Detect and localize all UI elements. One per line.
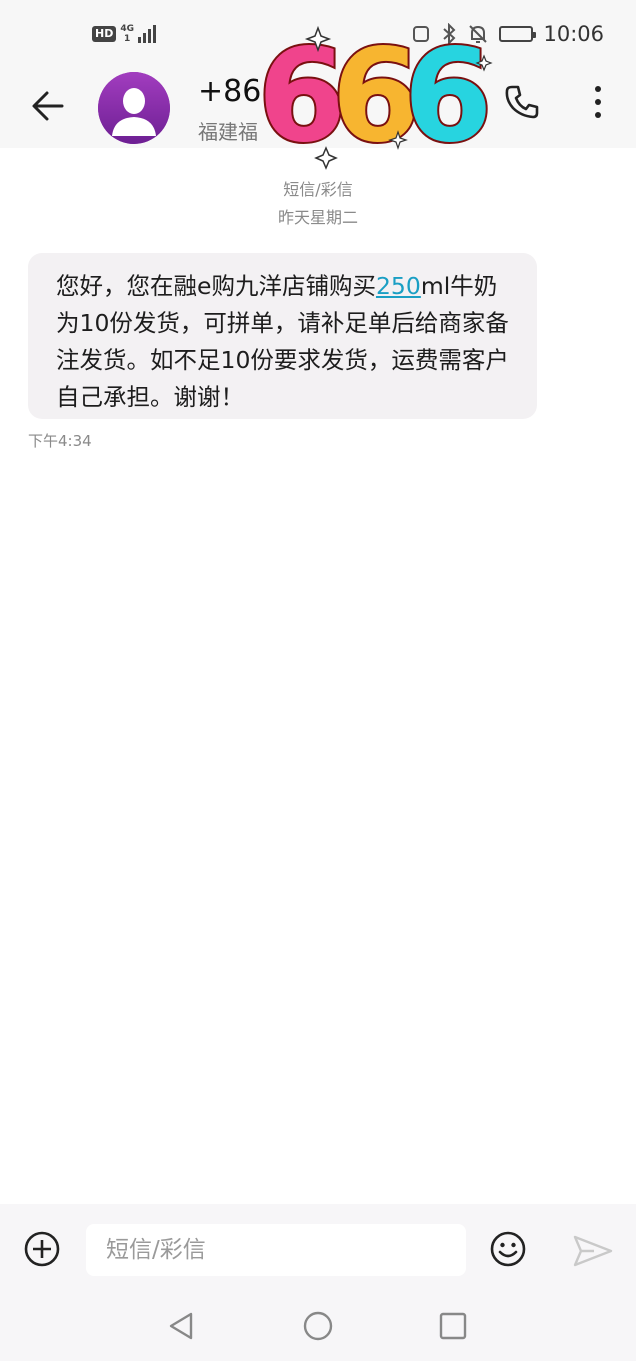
messaging-screen: HD 4G 1 10:06 +86 1 福建福 6 6 6 短信/彩信 昨天星期… <box>0 0 636 1361</box>
call-button[interactable] <box>500 80 544 124</box>
person-icon <box>98 72 170 144</box>
nav-back-icon[interactable] <box>166 1310 198 1342</box>
message-text: 您好，您在融e购九洋店铺购买250ml牛奶为10份发货，可拼单，请补足单后给商家… <box>56 268 517 416</box>
contact-avatar[interactable] <box>98 72 170 144</box>
network-type: 4G <box>120 24 134 34</box>
send-icon[interactable] <box>572 1234 614 1268</box>
contact-name: +86 1 <box>198 74 290 109</box>
dot-icon <box>595 86 601 92</box>
message-time: 下午4:34 <box>28 432 92 450</box>
status-bar-left: HD 4G 1 <box>92 24 156 44</box>
message-link[interactable]: 250 <box>376 272 421 300</box>
dot-icon <box>595 99 601 105</box>
signal-icon <box>138 25 156 43</box>
emoji-icon[interactable] <box>488 1229 528 1269</box>
status-bar: HD 4G 1 10:06 <box>0 0 636 72</box>
message-bubble[interactable]: 您好，您在融e购九洋店铺购买250ml牛奶为10份发货，可拼单，请补足单后给商家… <box>28 253 537 419</box>
message-input[interactable] <box>86 1224 466 1276</box>
network-sim: 1 <box>124 34 131 44</box>
back-button[interactable] <box>26 84 70 128</box>
status-bar-right: 10:06 <box>411 22 604 46</box>
add-circle-icon[interactable] <box>22 1229 62 1269</box>
message-type-label: 短信/彩信 <box>283 180 353 199</box>
message-text-part: 您好，您在融e购九洋店铺购买 <box>56 272 376 300</box>
system-nav-bar <box>0 1296 636 1361</box>
network-indicator: 4G 1 <box>120 24 134 44</box>
hd-badge: HD <box>92 26 117 42</box>
compose-bar <box>0 1204 636 1296</box>
mute-bell-icon <box>469 25 488 43</box>
nav-home-icon[interactable] <box>302 1310 334 1342</box>
nav-recent-icon[interactable] <box>438 1311 468 1341</box>
phone-icon <box>505 85 539 119</box>
more-options-button[interactable] <box>578 80 618 124</box>
arrow-left-icon <box>32 91 64 121</box>
bluetooth-icon <box>443 23 456 45</box>
battery-icon <box>499 26 537 42</box>
date-separator: 昨天星期二 <box>277 208 358 227</box>
nfc-icon <box>413 26 430 42</box>
status-time: 10:06 <box>543 22 604 46</box>
conversation-header: +86 1 福建福 <box>0 72 636 148</box>
dot-icon <box>595 112 601 118</box>
sparkle-icon <box>314 146 338 170</box>
contact-location: 福建福 <box>198 120 258 144</box>
